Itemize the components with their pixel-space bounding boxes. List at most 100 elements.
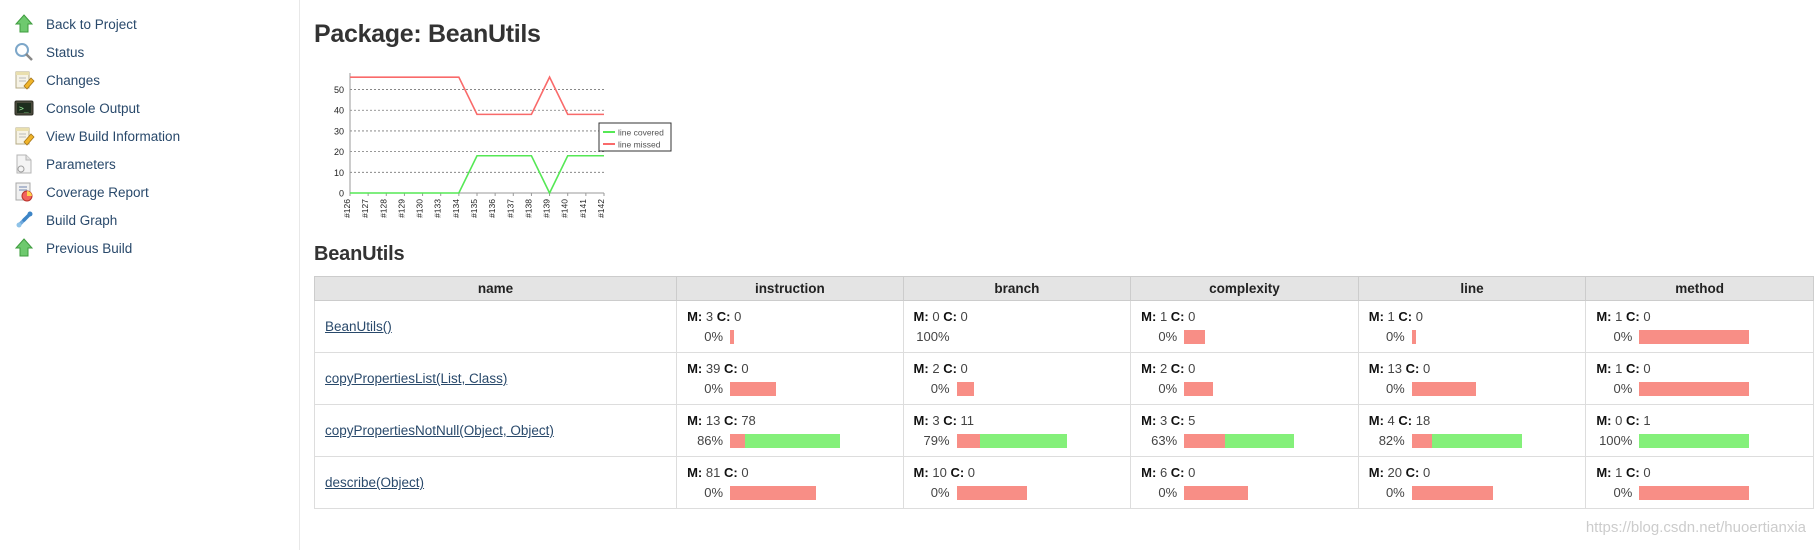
covered-value: 0: [960, 309, 968, 324]
bar-segment-covered: [1431, 433, 1522, 448]
coverage-bar: [1639, 485, 1750, 500]
covered-label: C:: [1170, 309, 1185, 324]
metric-cell-branch: M: 0 C: 0 100%: [902, 300, 1132, 353]
covered-label: C:: [1405, 361, 1420, 376]
bar-segment-missed: [956, 485, 1027, 500]
column-header-branch[interactable]: branch: [902, 276, 1132, 301]
missed-covered-counts: M: 6 C: 0: [1141, 465, 1348, 480]
sidebar-item-coverage-report[interactable]: Coverage Report: [10, 178, 299, 206]
metric-cell-complexity: M: 3 C: 5 63%: [1130, 404, 1359, 457]
metric-cell-line: M: 13 C: 0 0%: [1357, 352, 1587, 405]
coverage-bar: [1184, 485, 1248, 500]
chart-series-line-missed: [350, 75, 604, 116]
sidebar-item-label: Build Graph: [46, 212, 118, 228]
table-row: copyPropertiesList(List, Class) M: 39 C: …: [313, 352, 1814, 405]
pie-chart-icon: [12, 180, 36, 204]
bar-segment-missed: [1411, 433, 1432, 448]
missed-value: 39: [705, 361, 721, 376]
column-header-line[interactable]: line: [1357, 276, 1587, 301]
covered-value: 0: [1188, 309, 1196, 324]
missed-covered-counts: M: 3 C: 5: [1141, 413, 1348, 428]
missed-label: M:: [1596, 361, 1612, 376]
covered-label: C:: [716, 309, 731, 324]
missed-value: 1: [1615, 465, 1623, 480]
missed-covered-counts: M: 13 C: 0: [1369, 361, 1576, 376]
document-icon: [12, 152, 36, 176]
chart-y-axis-ticks: 0 10 20 30 40 50: [334, 85, 344, 198]
coverage-bar: [1639, 381, 1750, 396]
magnifier-icon: [12, 40, 36, 64]
column-header-instruction[interactable]: instruction: [676, 276, 904, 301]
missed-value: 1: [1387, 309, 1395, 324]
notepad-pencil-icon: [12, 68, 36, 92]
sidebar-item-view-build-information[interactable]: View Build Information: [10, 122, 299, 150]
bar-segment-covered: [1224, 433, 1295, 448]
chart-x-tick-label: #126: [342, 199, 352, 218]
column-header-name[interactable]: name: [313, 276, 678, 301]
coverage-bar-row: 0%: [687, 381, 892, 396]
sidebar-item-status[interactable]: Status: [10, 38, 299, 66]
covered-label: C:: [1625, 361, 1640, 376]
coverage-bar: [1184, 381, 1213, 396]
bar-segment-missed: [1639, 329, 1750, 344]
sidebar: Back to Project Status Changes >_ Console Ou…: [0, 0, 300, 550]
missed-label: M:: [913, 465, 929, 480]
missed-covered-counts: M: 2 C: 0: [1141, 361, 1348, 376]
metric-cell-line: M: 20 C: 0 0%: [1357, 456, 1587, 509]
covered-value: 18: [1415, 413, 1431, 428]
bar-segment-missed: [730, 381, 777, 396]
coverage-percent: 0%: [930, 381, 950, 396]
coverage-bar: [1411, 433, 1522, 448]
coverage-percent: 0%: [704, 485, 724, 500]
sidebar-item-previous-build[interactable]: Previous Build: [10, 234, 299, 262]
coverage-percent: 0%: [1385, 485, 1405, 500]
sidebar-item-parameters[interactable]: Parameters: [10, 150, 299, 178]
missed-value: 0: [932, 309, 940, 324]
coverage-bar: [730, 485, 816, 500]
bar-segment-missed: [1411, 329, 1417, 344]
coverage-table-head: name instruction branch complexity line metho…: [313, 276, 1814, 301]
missed-label: M:: [1141, 465, 1157, 480]
coverage-bar: [730, 329, 735, 344]
coverage-percent: 100%: [916, 329, 950, 344]
column-header-method[interactable]: method: [1585, 276, 1814, 301]
chart-x-axis-ticks: #126 #127 #128 #129 #130 #133 #134 #135 #136 #137…: [342, 193, 606, 218]
coverage-bar-row: 0%: [914, 381, 1121, 396]
missed-value: 1: [1615, 361, 1623, 376]
missed-covered-counts: M: 4 C: 18: [1369, 413, 1576, 428]
missed-label: M:: [1596, 465, 1612, 480]
chart-x-tick-label: #128: [378, 199, 388, 218]
covered-label: C:: [723, 413, 738, 428]
method-name-cell: describe(Object): [313, 456, 678, 509]
bar-segment-missed: [730, 433, 746, 448]
coverage-bar-row: 0%: [1141, 329, 1348, 344]
method-link[interactable]: describe(Object): [325, 475, 424, 490]
missed-label: M:: [913, 413, 929, 428]
coverage-table-header-row: name instruction branch complexity line metho…: [313, 276, 1814, 301]
coverage-bar: [1411, 381, 1476, 396]
missed-value: 0: [1615, 413, 1623, 428]
missed-label: M:: [687, 413, 703, 428]
sidebar-item-build-graph[interactable]: Build Graph: [10, 206, 299, 234]
coverage-bar: [1639, 329, 1750, 344]
sidebar-item-changes[interactable]: Changes: [10, 66, 299, 94]
sidebar-item-label: Previous Build: [46, 240, 133, 256]
chart-series-lines: [350, 75, 604, 195]
coverage-bar: [1639, 433, 1750, 448]
method-link[interactable]: copyPropertiesNotNull(Object, Object): [325, 423, 554, 438]
column-header-complexity[interactable]: complexity: [1130, 276, 1359, 301]
bar-segment-missed: [1184, 329, 1206, 344]
sidebar-item-back-to-project[interactable]: Back to Project: [10, 10, 299, 38]
table-row: BeanUtils() M: 3 C: 0 0% M: 0 C: 0 100% M: 1 …: [313, 300, 1814, 353]
metric-cell-method: M: 0 C: 1 100%: [1585, 404, 1814, 457]
bar-segment-missed: [1411, 485, 1494, 500]
coverage-bar-row: 0%: [1596, 485, 1803, 500]
method-link[interactable]: copyPropertiesList(List, Class): [325, 371, 507, 386]
sidebar-item-console-output[interactable]: >_ Console Output: [10, 94, 299, 122]
coverage-bar: [1184, 433, 1295, 448]
chart-x-tick-label: #138: [523, 199, 533, 218]
sidebar-item-label: View Build Information: [46, 128, 181, 144]
method-link[interactable]: BeanUtils(): [325, 319, 392, 334]
chart-x-tick-label: #137: [505, 199, 515, 218]
coverage-percent: 0%: [1158, 381, 1178, 396]
